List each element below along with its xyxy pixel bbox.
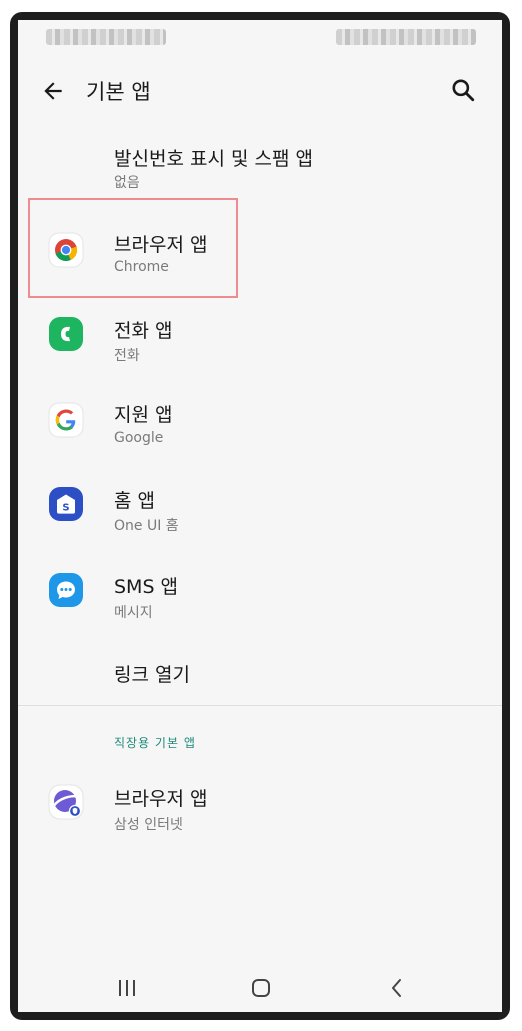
back-arrow-icon[interactable] bbox=[40, 78, 66, 104]
list-item-phone-app[interactable]: 전화 앱 전화 bbox=[18, 292, 502, 376]
svg-text:S: S bbox=[62, 503, 69, 514]
screen: 기본 앱 발신번호 표시 및 스팸 앱 없음 브라우저 앱 Chrome 전화 … bbox=[18, 20, 502, 1012]
list-item-label: 링크 열기 bbox=[114, 664, 190, 686]
list-item-label: 홈 앱 bbox=[114, 490, 155, 512]
status-right-redacted bbox=[336, 29, 476, 45]
list-item-sms-app[interactable]: SMS 앱 메시지 bbox=[18, 550, 502, 634]
status-left-redacted bbox=[46, 29, 166, 45]
list-item-caller-id-spam[interactable]: 발신번호 표시 및 스팸 앱 없음 bbox=[18, 124, 502, 208]
samsung-home-icon: S bbox=[49, 487, 83, 521]
recent-apps-icon[interactable] bbox=[115, 976, 139, 1000]
list-item-label: SMS 앱 bbox=[114, 576, 179, 598]
list-item-label: 지원 앱 bbox=[114, 404, 173, 426]
samsung-internet-icon bbox=[48, 784, 84, 820]
google-icon bbox=[48, 402, 84, 438]
list-item-value: One UI 홈 bbox=[114, 518, 179, 534]
app-bar: 기본 앱 bbox=[18, 56, 502, 124]
list-item-value: 없음 bbox=[114, 175, 140, 191]
section-divider bbox=[18, 705, 502, 706]
search-icon[interactable] bbox=[450, 77, 476, 103]
list-item-label: 브라우저 앱 bbox=[114, 788, 208, 810]
phone-icon bbox=[49, 317, 83, 351]
list-item-value: 메시지 bbox=[114, 605, 153, 621]
navigation-bar bbox=[18, 962, 502, 1012]
device-frame: 기본 앱 발신번호 표시 및 스팸 앱 없음 브라우저 앱 Chrome 전화 … bbox=[10, 12, 510, 1020]
messages-icon bbox=[49, 573, 83, 607]
home-nav-icon[interactable] bbox=[249, 976, 273, 1000]
list-item-value: 전화 bbox=[114, 348, 140, 364]
list-item-value: 삼성 인터넷 bbox=[114, 817, 183, 833]
back-nav-icon[interactable] bbox=[385, 976, 409, 1000]
list-item-home-app[interactable]: S 홈 앱 One UI 홈 bbox=[18, 464, 502, 548]
list-item-assist-app[interactable]: 지원 앱 Google bbox=[18, 378, 502, 462]
list-item-work-browser-app[interactable]: 브라우저 앱 삼성 인터넷 bbox=[18, 760, 502, 844]
status-bar bbox=[18, 20, 502, 56]
page-title: 기본 앱 bbox=[86, 80, 151, 104]
list-item-value: Google bbox=[114, 430, 164, 446]
section-title-work: 직장용 기본 앱 bbox=[114, 736, 196, 750]
list-item-label: 발신번호 표시 및 스팸 앱 bbox=[114, 148, 313, 170]
list-item-open-links[interactable]: 링크 열기 bbox=[18, 636, 502, 702]
list-item-label: 전화 앱 bbox=[114, 320, 173, 342]
highlight-box bbox=[28, 198, 238, 298]
